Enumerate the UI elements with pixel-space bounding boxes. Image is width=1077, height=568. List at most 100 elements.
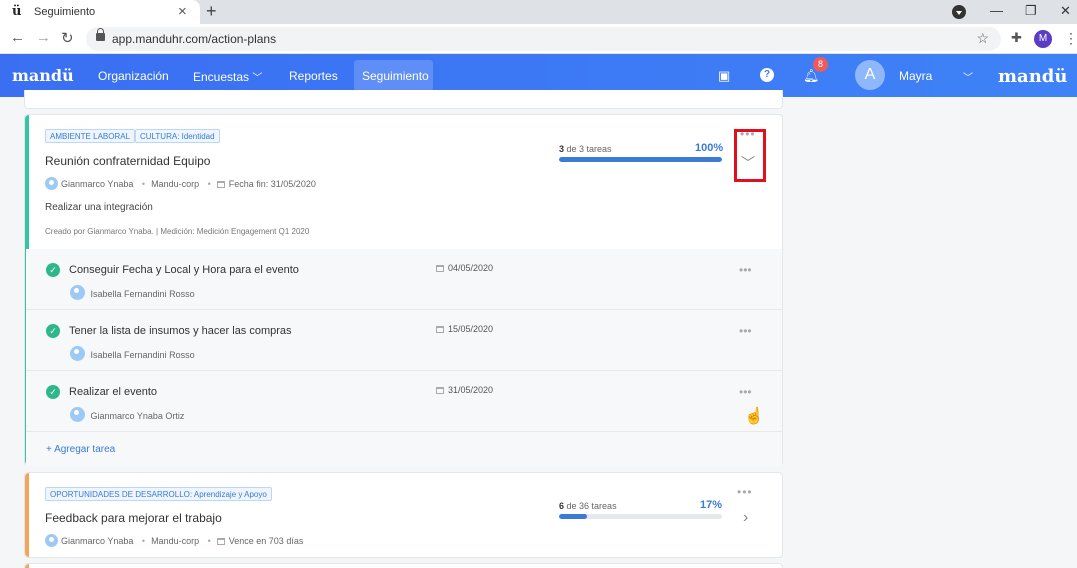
task-date-value: 04/05/2020: [448, 263, 494, 273]
task-row[interactable]: ✓ Tener la lista de insumos y hacer las …: [26, 310, 782, 371]
progress-done: 3: [559, 144, 565, 154]
plan-meta: Gianmarco Ynaba • Mandu-corp • Vence en 70…: [45, 534, 303, 547]
check-icon[interactable]: ✓: [46, 385, 60, 399]
assignee-avatar: [70, 407, 85, 422]
new-tab-icon[interactable]: +: [206, 1, 217, 22]
progress-percent: 100%: [695, 142, 724, 154]
extensions-icon[interactable]: ✚: [1011, 30, 1022, 46]
task-more-icon[interactable]: •••: [739, 263, 752, 277]
task-date: 31/05/2020: [436, 385, 493, 395]
user-menu-chevron-icon[interactable]: ﹀: [963, 69, 973, 84]
plan-meta: Gianmarco Ynaba • Mandu-corp • Fecha fin: …: [45, 177, 316, 190]
task-assignee: Isabella Fernandini Rosso: [70, 285, 195, 300]
progress-bar-fill: [559, 514, 587, 519]
profile-avatar[interactable]: M: [1034, 30, 1052, 48]
next-plan-card: [24, 563, 783, 568]
help-icon[interactable]: ?: [760, 68, 774, 82]
task-date: 15/05/2020: [436, 324, 493, 334]
category-tag: OPORTUNIDADES DE DESARROLLO: Aprendizaje…: [45, 487, 272, 501]
chevron-down-icon: ﹀: [252, 73, 263, 84]
notification-badge: 8: [813, 57, 828, 72]
bookmark-star-icon[interactable]: ☆: [976, 30, 989, 47]
progress-text: 6 de 36 tareas: [559, 501, 617, 511]
previous-plan-card: [24, 90, 783, 109]
plan-owner: Gianmarco Ynaba: [61, 179, 134, 189]
card-accent: [25, 473, 29, 557]
brand-logo-right: mandü: [998, 66, 1068, 87]
calendar-icon: [216, 538, 225, 545]
hand-cursor-icon: ☝: [744, 408, 764, 425]
check-icon[interactable]: ✓: [46, 324, 60, 338]
url-text: app.manduhr.com/action-plans: [112, 32, 277, 46]
brand-logo[interactable]: mandü: [12, 66, 74, 85]
assignee-name: Isabella Fernandini Rosso: [90, 350, 195, 360]
plan-title[interactable]: Feedback para mejorar el trabajo: [45, 511, 222, 525]
minimize-icon[interactable]: —: [990, 3, 1003, 18]
url-input[interactable]: app.manduhr.com/action-plans ☆: [86, 27, 1001, 51]
progress-rest: de 3 tareas: [566, 144, 612, 154]
progress-bar-fill: [559, 157, 722, 162]
task-title: Tener la lista de insumos y hacer las co…: [69, 325, 292, 337]
tab-title: Seguimiento: [34, 6, 96, 18]
assignee-name: Gianmarco Ynaba Ortiz: [90, 411, 185, 421]
nav-reportes[interactable]: Reportes: [289, 69, 338, 83]
back-icon[interactable]: ←: [10, 29, 25, 46]
briefcase-icon[interactable]: ▣: [718, 68, 730, 84]
nav-encuestas-label: Encuestas: [193, 70, 250, 84]
highlight-box: [734, 129, 766, 182]
plan-title[interactable]: Reunión confraternidad Equipo: [45, 154, 210, 168]
task-more-icon[interactable]: •••: [739, 324, 752, 338]
restore-icon[interactable]: ❐: [1025, 3, 1037, 19]
user-name[interactable]: Mayra: [899, 69, 932, 83]
category-tag: AMBIENTE LABORAL: [45, 129, 136, 143]
add-task-link[interactable]: + Agregar tarea: [46, 444, 115, 455]
owner-avatar: [45, 177, 58, 190]
tab-close-icon[interactable]: ×: [178, 3, 187, 20]
progress-bar: [559, 514, 722, 519]
action-plan-card[interactable]: AMBIENTE LABORAL CULTURA: Identidad Reun…: [24, 114, 783, 466]
expand-chevron-icon[interactable]: ›: [743, 509, 748, 527]
forward-icon[interactable]: →: [36, 29, 51, 46]
task-list: ✓ Conseguir Fecha y Local y Hora para el…: [26, 249, 782, 466]
assignee-name: Isabella Fernandini Rosso: [90, 289, 195, 299]
plan-date: Vence en 703 días: [228, 536, 304, 546]
user-avatar[interactable]: A: [855, 60, 885, 90]
task-assignee: Isabella Fernandini Rosso: [70, 346, 195, 361]
nav-seguimiento[interactable]: Seguimiento: [362, 69, 429, 83]
task-row[interactable]: ✓ Realizar el evento Gianmarco Ynaba Ort…: [26, 371, 782, 432]
progress-text: 3 de 3 tareas: [559, 144, 612, 154]
tab-favicon-icon: ü: [12, 4, 22, 19]
progress-rest: de 36 tareas: [566, 501, 617, 511]
task-date-value: 31/05/2020: [448, 385, 494, 395]
plan-date: Fecha fin: 31/05/2020: [228, 179, 316, 189]
task-assignee: Gianmarco Ynaba Ortiz: [70, 407, 184, 422]
browser-tabstrip: ü Seguimiento × + — ❐ ✕: [0, 0, 1077, 24]
task-row[interactable]: ✓ Conseguir Fecha y Local y Hora para el…: [26, 249, 782, 310]
action-plan-card[interactable]: OPORTUNIDADES DE DESARROLLO: Aprendizaje…: [24, 472, 783, 558]
plan-owner: Gianmarco Ynaba: [61, 536, 134, 546]
reload-icon[interactable]: ↻: [61, 29, 74, 47]
plan-description: Realizar una integración: [45, 202, 153, 213]
task-more-icon[interactable]: •••: [739, 385, 752, 399]
close-window-icon[interactable]: ✕: [1060, 3, 1071, 19]
nav-organizacion[interactable]: Organización: [98, 69, 169, 83]
progress-percent: 17%: [700, 499, 723, 511]
check-icon[interactable]: ✓: [46, 263, 60, 277]
nav-encuestas[interactable]: Encuestas ﹀: [193, 69, 262, 84]
calendar-icon: [436, 265, 444, 272]
browser-tab[interactable]: ü Seguimiento ×: [0, 0, 200, 24]
assignee-avatar: [70, 285, 85, 300]
plan-creator: Creado por Gianmarco Ynaba. | Medición: …: [45, 227, 310, 236]
plan-company: Mandu-corp: [151, 536, 200, 546]
task-date: 04/05/2020: [436, 263, 493, 273]
progress-bar: [559, 157, 722, 162]
lock-icon: [96, 28, 105, 41]
progress-done: 6: [559, 501, 565, 511]
calendar-icon: [436, 387, 444, 394]
more-options-icon[interactable]: •••: [737, 485, 753, 499]
task-title: Conseguir Fecha y Local y Hora para el e…: [69, 264, 299, 276]
chrome-profile-menu-icon[interactable]: [952, 5, 966, 19]
task-title: Realizar el evento: [69, 386, 158, 398]
address-bar: ← → ↻ app.manduhr.com/action-plans ☆: [0, 24, 1077, 54]
browser-menu-icon[interactable]: ⋮: [1064, 30, 1077, 47]
